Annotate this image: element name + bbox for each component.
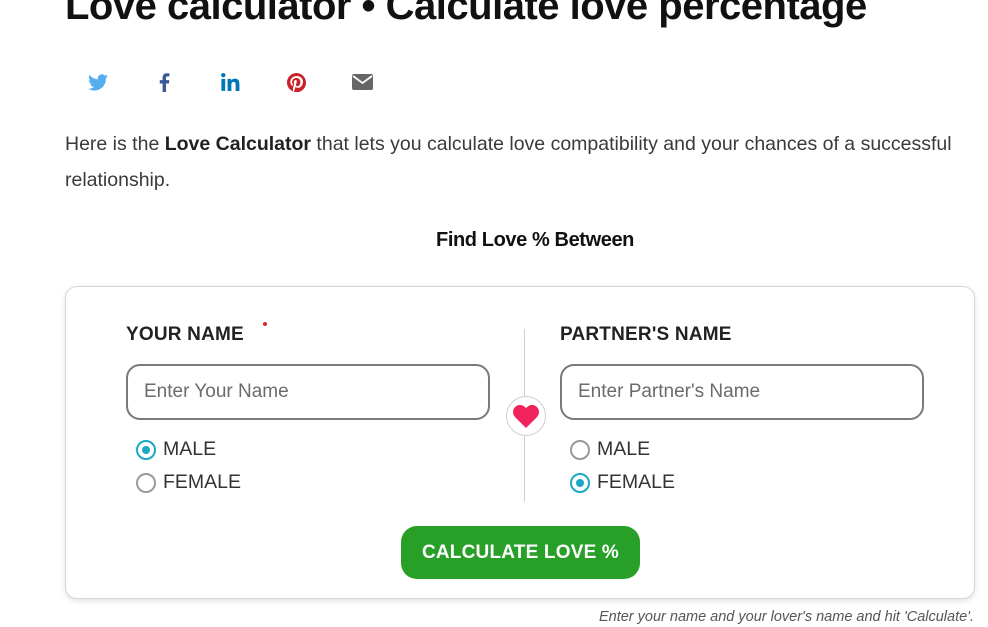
- your-name-label: YOUR NAME: [126, 324, 244, 345]
- calculator-heading: Find Love % Between: [436, 229, 634, 251]
- partner-name-label: PARTNER'S NAME: [560, 324, 732, 345]
- twitter-icon: [88, 73, 108, 90]
- your-gender-male-radio[interactable]: [136, 439, 156, 460]
- calculator-card: YOUR NAME MALE FEMALE PARTNER'S NAME MAL…: [65, 286, 975, 599]
- heart-badge: [506, 396, 546, 436]
- calculator-hint: Enter your name and your lover's name an…: [598, 609, 974, 625]
- twitter-share-button[interactable]: [82, 66, 114, 98]
- page-title: Love calculator • Calculate love percent…: [65, 0, 867, 28]
- partner-gender-male-label: MALE: [597, 438, 651, 460]
- your-name-input[interactable]: [126, 364, 490, 420]
- intro-bold-text: Love Calculator: [164, 133, 312, 155]
- linkedin-icon: [220, 73, 239, 91]
- partner-gender-male-option[interactable]: MALE: [570, 438, 650, 461]
- your-gender-female-label: FEMALE: [163, 471, 242, 493]
- email-icon: [351, 74, 373, 90]
- intro-paragraph: Here is the Love Calculator that lets yo…: [65, 126, 980, 198]
- partner-gender-female-radio[interactable]: [570, 472, 590, 493]
- share-bar: [82, 66, 412, 98]
- partner-gender-female-option[interactable]: FEMALE: [570, 471, 675, 494]
- facebook-share-button[interactable]: [148, 66, 180, 98]
- email-share-button[interactable]: [346, 66, 378, 98]
- calculate-love-button[interactable]: CALCULATE LOVE %: [401, 526, 640, 579]
- heart-icon: [513, 404, 539, 428]
- facebook-icon: [159, 72, 169, 92]
- partner-gender-male-radio[interactable]: [570, 439, 590, 460]
- love-calculator-page: Love calculator • Calculate love percent…: [0, 0, 988, 627]
- pinterest-share-button[interactable]: [280, 66, 312, 98]
- your-gender-female-radio[interactable]: [136, 472, 156, 493]
- your-gender-female-option[interactable]: FEMALE: [136, 471, 241, 494]
- linkedin-share-button[interactable]: [214, 66, 246, 98]
- your-gender-male-label: MALE: [163, 438, 217, 460]
- intro-text-start: Here is the: [65, 133, 165, 155]
- required-marker: [263, 322, 267, 326]
- pinterest-icon: [286, 72, 306, 92]
- your-gender-male-option[interactable]: MALE: [136, 438, 216, 461]
- partner-name-input[interactable]: [560, 364, 924, 420]
- partner-gender-female-label: FEMALE: [597, 471, 676, 493]
